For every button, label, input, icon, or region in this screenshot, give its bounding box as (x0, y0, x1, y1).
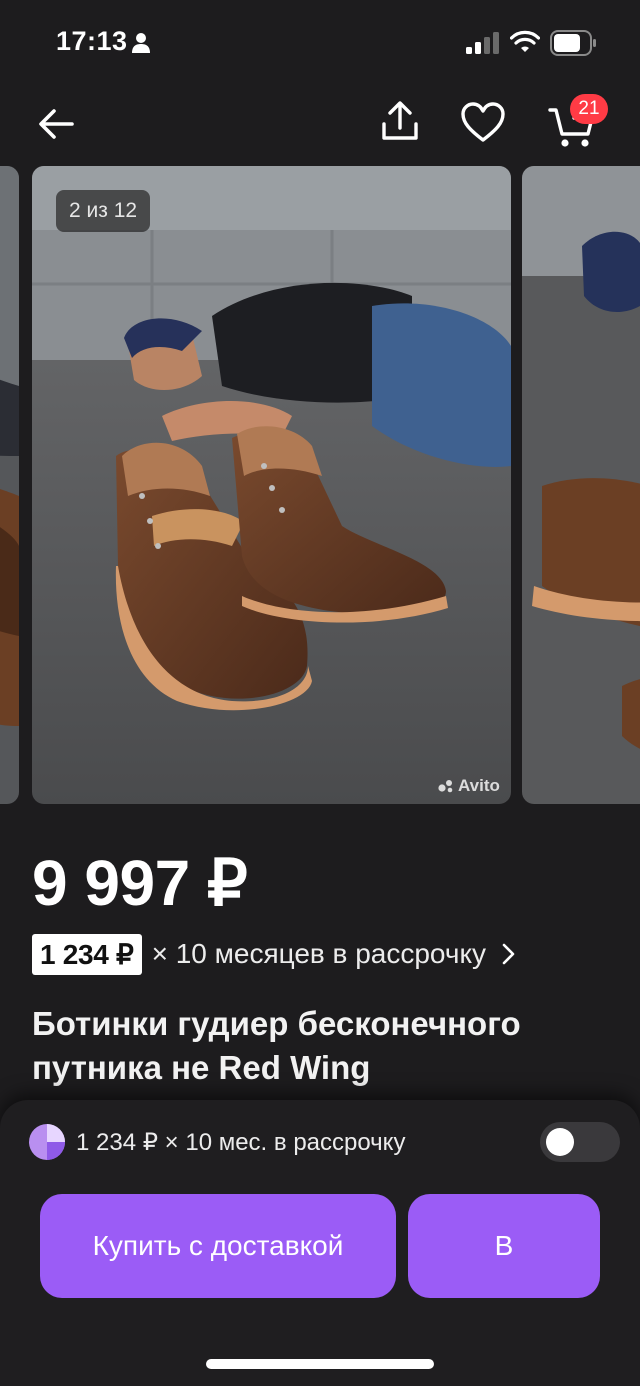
listing-price: 9 997 ₽ (32, 847, 248, 919)
gallery-photo-previous[interactable] (0, 166, 19, 804)
cart-count-badge: 21 (570, 94, 608, 124)
watermark-text: Avito (458, 776, 500, 795)
listing-title: Ботинки гудиер бесконечного путника не R… (32, 1005, 521, 1086)
installment-link[interactable]: 1 234 ₽ × 10 месяцев в рассрочку (32, 930, 518, 978)
arrow-left-icon[interactable] (34, 102, 78, 146)
person-icon (132, 33, 150, 53)
split-payment-icon (29, 1124, 65, 1160)
chevron-right-icon (502, 943, 515, 965)
avito-watermark: Avito (438, 776, 500, 796)
wifi-icon (510, 30, 540, 52)
battery-icon (550, 30, 596, 56)
gallery-counter: 2 из 12 (56, 190, 151, 232)
heart-icon[interactable] (458, 98, 508, 146)
installment-text: × 10 месяцев в рассрочку (151, 938, 487, 969)
gallery-photo-next[interactable] (522, 166, 640, 804)
cellular-signal-icon (466, 32, 499, 54)
top-toolbar (0, 88, 640, 160)
home-indicator (206, 1359, 434, 1369)
split-payment-toggle[interactable] (540, 1122, 620, 1162)
split-payment-row: 1 234 ₽ × 10 мес. в рассрочку (28, 1122, 405, 1162)
status-bar: 17:13 (0, 0, 640, 88)
split-payment-text: 1 234 ₽ × 10 мес. в рассрочку (76, 1128, 406, 1156)
toggle-knob (546, 1128, 574, 1156)
status-time: 17:13 (56, 26, 128, 56)
installment-amount-tag: 1 234 ₽ (32, 933, 142, 975)
secondary-action-button[interactable]: В (408, 1194, 600, 1298)
share-icon[interactable] (376, 98, 424, 146)
photo-gallery[interactable] (0, 166, 640, 804)
avito-logo-icon (438, 780, 453, 793)
buy-with-delivery-button[interactable]: Купить с доставкой (40, 1194, 396, 1298)
gallery-photo-current[interactable] (32, 166, 511, 804)
